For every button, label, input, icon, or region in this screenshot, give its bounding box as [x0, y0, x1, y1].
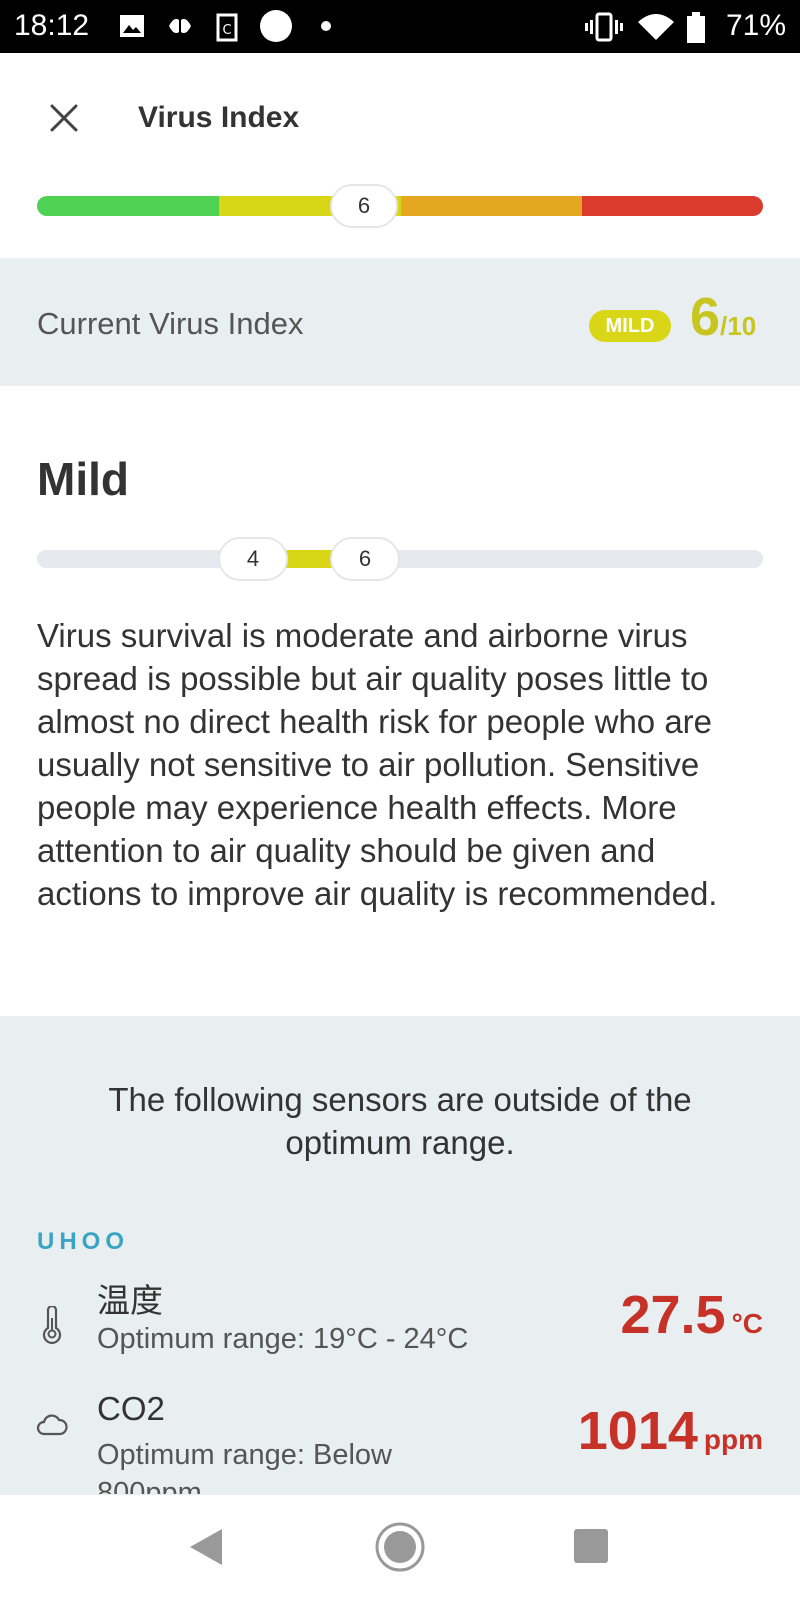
app-icon	[169, 18, 191, 34]
status-bar: 18:12 C 71%	[0, 0, 800, 53]
back-icon[interactable]	[186, 1525, 226, 1569]
gauge-segment-high	[582, 196, 763, 216]
battery-percent: 71%	[725, 9, 786, 42]
sensor-name: 温度	[97, 1282, 163, 1319]
sensor-brand: UHOO	[37, 1228, 129, 1255]
gauge-segment-good	[37, 196, 219, 216]
sensor-value: 1014 ppm	[578, 1400, 763, 1462]
score-suffix: /10	[720, 311, 757, 341]
thermometer-icon	[42, 1306, 62, 1344]
gauge-segment-moderate	[401, 196, 582, 216]
level-title: Mild	[37, 453, 129, 505]
sensor-value: 27.5 °C	[620, 1284, 763, 1346]
status-time: 18:12	[14, 9, 90, 42]
circle-icon	[260, 10, 292, 42]
sensor-value-number: 1014	[577, 1401, 698, 1461]
sensors-section: The following sensors are outside of the…	[0, 1016, 800, 1494]
sensor-range: Optimum range: 19°C - 24°C	[97, 1323, 469, 1355]
current-score: 6/10	[690, 286, 756, 348]
svg-text:C: C	[222, 23, 231, 38]
sensor-value-unit: °C	[731, 1308, 763, 1339]
sensor-range: Optimum range: Below 800ppm	[97, 1439, 392, 1494]
gauge-value-marker: 6	[330, 184, 398, 228]
battery-icon	[687, 12, 705, 43]
system-nav-bar	[0, 1494, 800, 1601]
sensors-note: The following sensors are outside of the…	[108, 1081, 692, 1161]
sensor-value-unit: ppm	[703, 1424, 763, 1455]
sensor-value-number: 27.5	[620, 1285, 726, 1345]
clipboard-icon: C	[216, 13, 238, 42]
range-high-marker: 6	[330, 537, 400, 581]
score-value: 6	[690, 287, 721, 347]
sensor-name: CO2	[97, 1390, 165, 1427]
wifi-icon	[638, 14, 674, 40]
close-icon[interactable]	[44, 98, 84, 138]
current-index-section: Current Virus Index MILD 6/10	[0, 258, 800, 386]
level-description: Virus survival is moderate and airborne …	[37, 617, 718, 912]
current-index-label: Current Virus Index	[37, 306, 304, 341]
image-icon	[120, 15, 144, 37]
recents-icon[interactable]	[572, 1527, 610, 1565]
range-low-marker: 4	[218, 537, 288, 581]
page-title: Virus Index	[138, 101, 300, 134]
virus-index-gauge	[37, 196, 763, 216]
status-badge: MILD	[589, 310, 671, 342]
home-icon[interactable]	[374, 1521, 426, 1573]
sensor-row-co2[interactable]: CO2 Optimum range: Below 800ppm 1014 ppm	[0, 1390, 800, 1494]
cloud-icon	[36, 1414, 68, 1436]
dot-icon	[321, 21, 331, 31]
vibrate-icon	[585, 12, 623, 42]
sensor-row-temperature[interactable]: 温度 Optimum range: 19°C - 24°C 27.5 °C	[0, 1274, 800, 1384]
level-range-track	[37, 550, 763, 568]
